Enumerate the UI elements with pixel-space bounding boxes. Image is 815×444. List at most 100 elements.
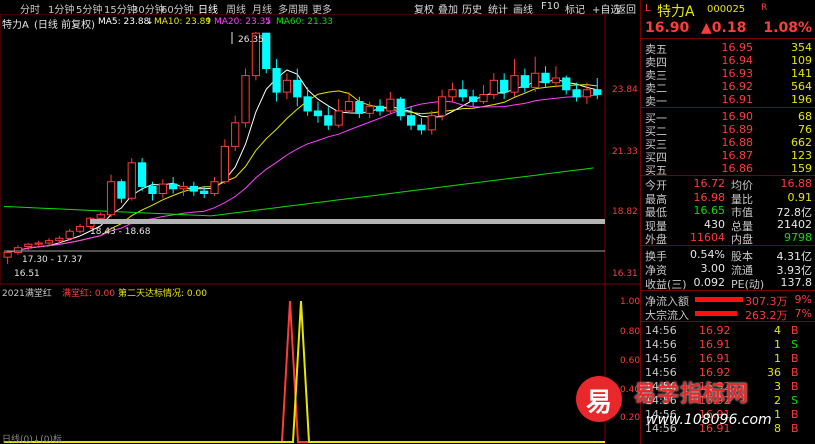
flow-row: 大宗流入 263.2万 7% <box>641 307 815 322</box>
separator <box>641 38 815 39</box>
candle-body <box>458 89 467 98</box>
ask-volume: 141 <box>791 67 812 80</box>
flow-bar <box>695 297 743 302</box>
toolbar-button-5[interactable]: F10 <box>541 1 559 12</box>
candle-body <box>324 115 333 126</box>
candle-body <box>582 89 592 98</box>
candle-body <box>272 68 281 93</box>
tick-row: 14:56 16.92 4 B <box>641 324 815 337</box>
ask-price: 16.93 <box>721 67 754 80</box>
stat-value: 16.72 <box>693 177 726 190</box>
candle-body <box>406 115 416 126</box>
candle-body <box>500 79 509 93</box>
candle-body <box>127 162 136 199</box>
candle-body <box>427 115 436 131</box>
tick-side: B <box>791 352 799 365</box>
candle-body <box>106 181 116 216</box>
ma10-arrow: ↑ <box>205 17 213 27</box>
price-change-pct: 1.08% <box>763 20 812 36</box>
candle-body <box>148 185 157 195</box>
watermark-logo: 易 <box>576 376 622 422</box>
bid-volume: 159 <box>791 162 812 175</box>
ma5-line <box>7 69 598 253</box>
candle-body <box>179 185 188 190</box>
tick-time: 14:56 <box>645 338 677 351</box>
stat-value: 430 <box>704 217 725 231</box>
ma60-label: MA60: 21.33 <box>276 17 333 27</box>
price-axis-label: 21.33 <box>612 147 638 157</box>
tick-time: 14:56 <box>645 324 677 337</box>
watermark-url: www.108096.com <box>646 412 772 428</box>
price-range-band <box>90 219 605 224</box>
ask-row: 卖三 16.93 141 <box>641 67 815 82</box>
bid-row: 买二 16.89 76 <box>641 123 815 138</box>
stat-row: 最低 16.65 市值 72.8亿 <box>641 204 815 219</box>
tick-price: 16.92 <box>699 324 731 337</box>
candle-body <box>24 243 33 248</box>
quote-price-row: 16.90 ▲0.18 1.08% <box>641 20 815 36</box>
separator <box>641 321 815 322</box>
quote-header: L 特力A 000025 R <box>641 1 815 20</box>
quote-name: 特力A <box>657 4 695 20</box>
stat-value: 16.88 <box>780 177 813 190</box>
flow-row: 净流入额 307.3万 9% <box>641 293 815 308</box>
stat-value: 0.91 <box>787 190 813 204</box>
ask-price: 16.91 <box>721 93 754 106</box>
stat-row: 今开 16.72 均价 16.88 <box>641 177 815 192</box>
ask-volume: 354 <box>791 41 812 54</box>
bid-price: 16.90 <box>721 110 754 123</box>
stat-row: 现量 430 总量 21402 <box>641 217 815 233</box>
tick-row: 14:56 16.91 1 S <box>641 338 815 351</box>
candle-body <box>375 105 385 112</box>
tick-price: 16.91 <box>699 338 731 351</box>
bid-row: 买四 16.87 123 <box>641 149 815 164</box>
candle-body <box>365 105 374 114</box>
candle-body <box>551 77 561 84</box>
quote-code: 000025 <box>707 4 746 15</box>
price-axis-label: 16.31 <box>612 269 638 279</box>
separator <box>641 107 815 108</box>
candle-body <box>96 214 105 219</box>
indicator-series1_label: 满堂红: 0.00 <box>62 287 115 299</box>
indicator-series2-line <box>4 300 605 443</box>
indicator-bottom-label: 日线(0)↓(0)标 <box>2 433 62 444</box>
candle-body <box>437 96 447 117</box>
stat-value: 16.98 <box>693 190 726 204</box>
candle-body <box>469 96 478 103</box>
flow-pct: 9% <box>794 293 812 306</box>
candle-body <box>448 89 457 98</box>
annotation-low: 16.51 <box>14 269 40 279</box>
flow-pct: 7% <box>794 307 812 320</box>
left-marker: L <box>645 3 651 14</box>
ma5-arrow: ↓ <box>146 17 154 27</box>
right-marker: R <box>761 3 768 13</box>
tick-time: 14:56 <box>645 352 677 365</box>
candle-body <box>562 77 571 91</box>
tick-side: S <box>791 338 798 351</box>
ask-row: 卖五 16.95 354 <box>641 41 815 56</box>
candle-body <box>479 93 488 103</box>
ask-volume: 564 <box>791 80 812 93</box>
watermark-text: 易学指标网 <box>634 382 750 407</box>
bid-price: 16.87 <box>721 149 754 162</box>
candle-body <box>313 110 323 117</box>
tick-volume: 1 <box>774 338 781 351</box>
candle-body <box>303 96 312 112</box>
stat-row: 外盘 11604 内盘 9798 <box>641 231 815 246</box>
ask-price: 16.92 <box>721 80 754 93</box>
candle-body <box>386 98 395 112</box>
kline-chart[interactable]: MA5: 23.88↓ MA10: 23.89↑ MA20: 23.35↓ MA60:… <box>0 14 640 444</box>
candle-body <box>55 237 64 242</box>
stat-value: 137.8 <box>780 276 813 289</box>
tick-volume: 1 <box>774 352 781 365</box>
candle-body <box>541 72 550 84</box>
candle-body <box>189 185 198 192</box>
bid-volume: 662 <box>791 136 812 149</box>
bid-price: 16.89 <box>721 123 754 136</box>
candle-body <box>158 183 167 195</box>
ma20-label: MA20: 23.35 <box>214 17 271 27</box>
candle-body <box>169 183 178 190</box>
candle-body <box>137 162 147 187</box>
ma10-label: MA10: 23.89 <box>154 17 211 27</box>
separator <box>641 245 815 246</box>
